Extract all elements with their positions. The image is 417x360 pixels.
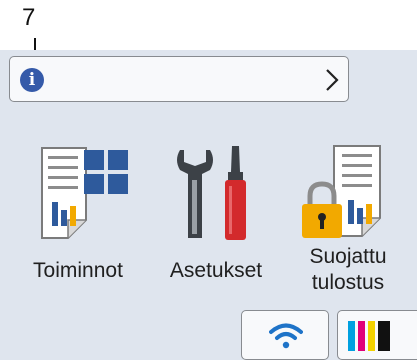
- functions-icon: [41, 147, 128, 239]
- callout-number: 7: [22, 4, 36, 31]
- secure-print-label-line2: tulostus: [311, 271, 385, 294]
- ink-level-magenta: [358, 321, 365, 351]
- secure-print-label: Suojattu tulostus: [296, 244, 400, 296]
- functions-label: Toiminnot: [33, 259, 123, 282]
- secure-print-label-line1: Suojattu: [309, 245, 387, 268]
- ink-level-black: [378, 321, 390, 351]
- chevron-right-icon: [326, 69, 339, 91]
- ink-level-yellow: [368, 321, 375, 351]
- settings-icon: [177, 146, 246, 240]
- info-icon: i: [20, 68, 44, 92]
- wifi-icon: [269, 323, 303, 349]
- secure-print-icon: [302, 145, 381, 238]
- ink-level-cyan: [348, 321, 355, 351]
- info-bar[interactable]: i: [9, 56, 349, 102]
- settings-label: Asetukset: [169, 259, 263, 282]
- ink-status-button[interactable]: [337, 310, 417, 360]
- wifi-button[interactable]: [241, 310, 329, 360]
